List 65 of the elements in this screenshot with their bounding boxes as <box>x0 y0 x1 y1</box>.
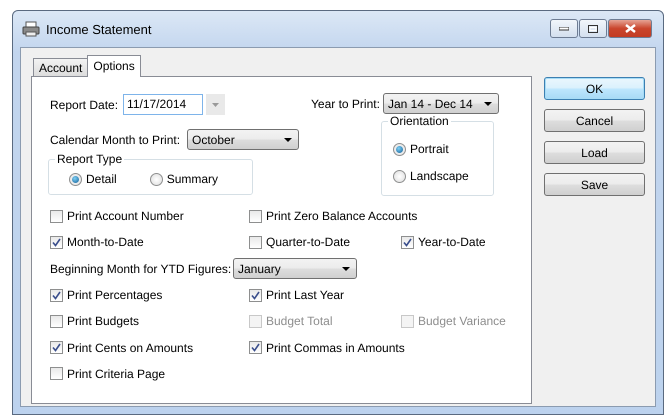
check-icon <box>251 290 260 300</box>
radio-button[interactable] <box>393 142 406 156</box>
dialog-button[interactable]: OK <box>544 77 645 100</box>
checkbox[interactable] <box>50 314 63 328</box>
check-icon <box>52 238 61 247</box>
checkbox-label[interactable]: Print Commas in Amounts <box>266 340 405 355</box>
checkbox[interactable] <box>50 367 63 380</box>
radio-label[interactable]: Landscape <box>410 169 469 183</box>
date-picker-button[interactable] <box>206 94 226 115</box>
radio-button[interactable] <box>69 172 82 186</box>
checkbox-label[interactable]: Month-to-Date <box>67 235 144 250</box>
group-title: Report Type <box>55 152 124 166</box>
radio-button[interactable] <box>393 170 406 182</box>
checkbox-label[interactable]: Year-to-Date <box>418 235 486 250</box>
field-label: Calendar Month to Print: <box>50 132 182 146</box>
radio-label[interactable]: Portrait <box>410 142 449 156</box>
printer-icon <box>22 21 40 37</box>
checkbox-label[interactable]: Print Last Year <box>266 288 344 302</box>
check-icon <box>52 290 61 300</box>
checkbox[interactable] <box>50 341 63 354</box>
checkbox[interactable] <box>249 341 262 354</box>
checkbox[interactable] <box>249 288 262 302</box>
tab[interactable]: Account <box>33 58 88 76</box>
checkbox[interactable] <box>50 236 63 249</box>
dropdown[interactable]: October <box>187 129 299 150</box>
checkbox[interactable] <box>401 236 414 249</box>
check-icon <box>403 238 412 247</box>
dropdown[interactable]: January <box>233 258 357 280</box>
radio-label[interactable]: Summary <box>166 172 218 186</box>
checkbox-label[interactable]: Print Percentages <box>67 288 162 302</box>
caret-icon <box>212 102 220 106</box>
close-icon <box>624 24 636 33</box>
minimize-icon <box>559 26 569 30</box>
checkbox-label[interactable]: Print Account Number <box>67 209 184 224</box>
checkbox-label[interactable]: Quarter-to-Date <box>266 235 350 250</box>
tab[interactable]: Options <box>87 55 141 77</box>
dialog-button[interactable]: Cancel <box>544 109 645 132</box>
close-button[interactable] <box>608 19 652 38</box>
maximize-button[interactable] <box>579 19 607 38</box>
field-label: Beginning Month for YTD Figures: <box>50 262 232 276</box>
window-title: Income Statement <box>46 22 152 36</box>
checkbox[interactable] <box>249 236 262 249</box>
radio-label[interactable]: Detail <box>86 172 117 186</box>
caret-icon <box>484 102 492 106</box>
checkbox[interactable] <box>50 210 63 223</box>
caret-icon <box>284 138 292 142</box>
checkbox-label[interactable]: Print Cents on Amounts <box>67 340 194 355</box>
field-label: Report Date: <box>50 98 118 112</box>
field-label: Year to Print: <box>311 96 381 110</box>
dialog-button[interactable]: Save <box>544 173 645 196</box>
checkbox-label[interactable]: Print Zero Balance Accounts <box>266 209 418 224</box>
maximize-icon <box>588 24 598 32</box>
checkbox[interactable] <box>50 288 63 302</box>
check-icon <box>52 343 61 352</box>
caret-icon <box>342 266 350 271</box>
checkbox[interactable] <box>249 210 262 223</box>
dropdown[interactable]: Jan 14 - Dec 14 <box>383 93 499 114</box>
check-icon <box>251 343 260 352</box>
radio-button[interactable] <box>150 172 163 186</box>
minimize-button[interactable] <box>550 19 578 38</box>
checkbox-label[interactable]: Print Budgets <box>67 314 140 328</box>
date-field[interactable]: 11/17/2014 <box>123 94 204 115</box>
checkbox-label[interactable]: Print Criteria Page <box>67 366 166 381</box>
group-title: Orientation <box>388 114 451 128</box>
dialog-button[interactable]: Load <box>544 141 645 164</box>
